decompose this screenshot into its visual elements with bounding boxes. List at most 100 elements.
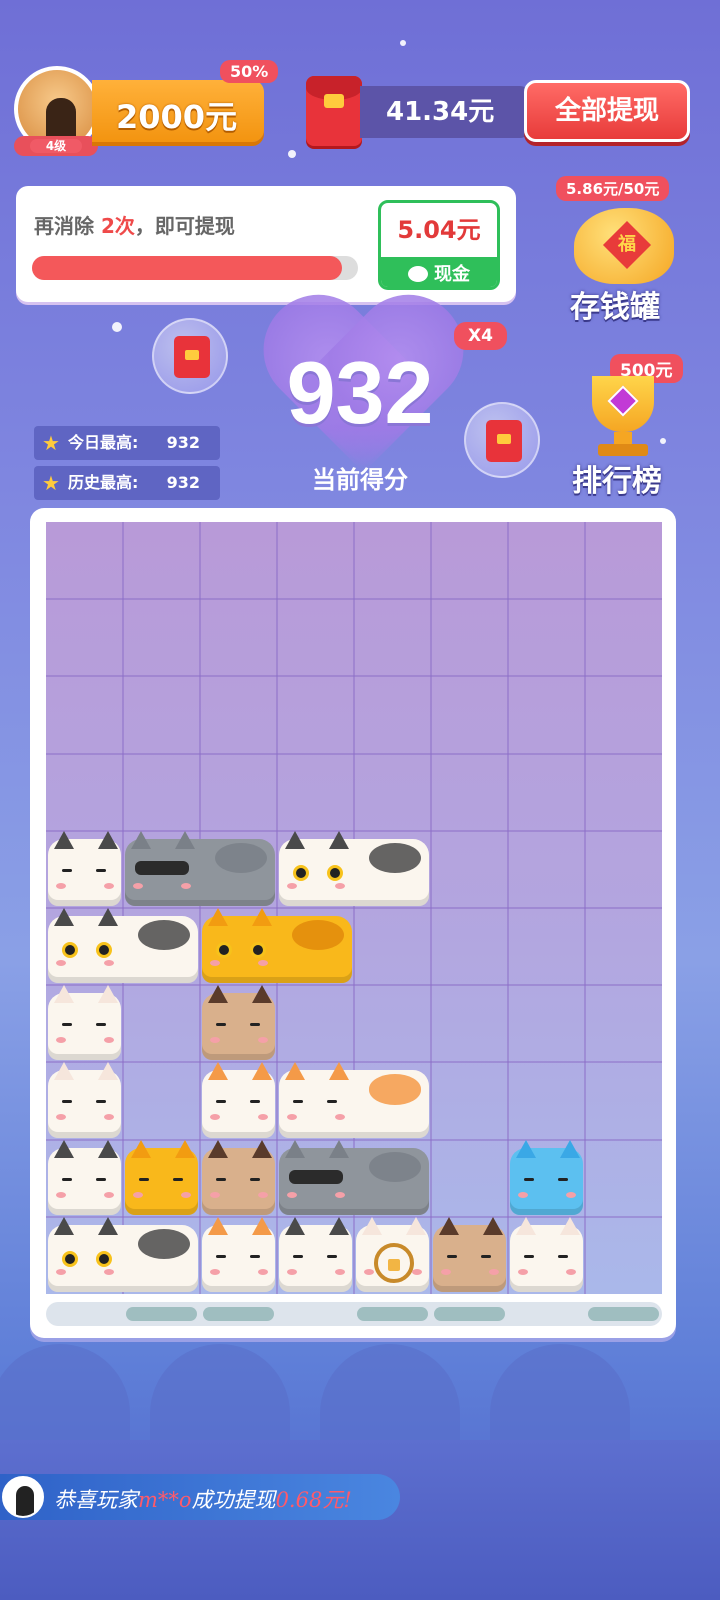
cat-eye <box>216 1100 226 1104</box>
progress-bar <box>32 256 358 280</box>
tray-segment <box>434 1307 505 1321</box>
cat-eye <box>250 1023 260 1027</box>
trophy-icon[interactable] <box>578 376 668 456</box>
wechat-icon <box>408 266 428 282</box>
cat-block-tuxedo[interactable] <box>48 830 121 906</box>
current-score: 932 <box>286 343 434 442</box>
cash-label: 现金 <box>381 257 497 287</box>
cat-eyes <box>447 1251 495 1263</box>
cat-block-calico[interactable] <box>202 1216 275 1292</box>
cat-patch <box>368 1151 421 1182</box>
cat-block-white[interactable] <box>510 1216 583 1292</box>
cat-block-orange[interactable] <box>125 1139 198 1215</box>
cat-block-calico[interactable] <box>202 1062 275 1138</box>
sparkle <box>400 40 406 46</box>
cat-patch <box>137 920 190 951</box>
cat-patch <box>368 842 421 874</box>
cat-blush <box>518 1268 528 1275</box>
cat-eye <box>216 1023 226 1027</box>
cat-eye <box>216 942 232 958</box>
withdraw-all-button[interactable]: 全部提现 <box>524 80 690 142</box>
progress-bar-fill <box>32 256 342 280</box>
cat-eye <box>96 1250 112 1267</box>
cat-block-tuxedo[interactable] <box>48 908 198 984</box>
cat-eye <box>96 1177 106 1181</box>
cat-ear <box>362 1216 382 1235</box>
cat-block-siamese[interactable] <box>433 1216 506 1292</box>
cat-blush <box>104 960 114 966</box>
cat-block-white[interactable] <box>48 1062 121 1138</box>
cat-block-tuxedo[interactable] <box>48 1216 198 1292</box>
current-score-label: 当前得分 <box>312 466 408 494</box>
cat-ear <box>252 1216 272 1235</box>
cat-block-siamese[interactable] <box>202 985 275 1061</box>
cat-eyes <box>62 1096 110 1108</box>
grid-line <box>46 598 662 601</box>
cat-ear <box>175 830 195 849</box>
cat-block-blue[interactable] <box>510 1139 583 1215</box>
cat-blush <box>566 1191 576 1198</box>
tray-segment <box>588 1307 659 1321</box>
cat-blush <box>56 960 66 966</box>
cat-eye <box>250 1177 260 1181</box>
player-avatar[interactable]: 4级 <box>14 66 104 156</box>
cat-blush <box>287 882 297 889</box>
cat-ear <box>208 1062 228 1081</box>
cat-eyes <box>216 1019 264 1031</box>
cat-eye <box>250 942 266 958</box>
piggy-bank-label[interactable]: 存钱罐 <box>570 282 660 326</box>
cat-block-white[interactable] <box>48 985 121 1061</box>
cat-block-orange[interactable] <box>202 908 352 984</box>
cat-blush <box>210 1114 220 1121</box>
cat-ear <box>98 908 118 926</box>
cat-patch <box>291 920 344 951</box>
cat-block-white[interactable] <box>356 1216 429 1292</box>
cat-eyes <box>216 1251 264 1263</box>
cat-block-tuxedo[interactable] <box>48 1139 121 1215</box>
cat-ear <box>98 1216 118 1235</box>
cat-eye <box>96 868 106 872</box>
cat-eye <box>216 1177 226 1181</box>
cat-eye <box>62 1177 72 1181</box>
cat-block-tuxedo[interactable] <box>279 1216 352 1292</box>
cash-withdraw-button[interactable]: 5.04元 现金 <box>378 200 500 290</box>
cat-blush <box>258 960 268 966</box>
cat-block-tuxedo[interactable] <box>279 830 429 906</box>
leaderboard-label[interactable]: 排行榜 <box>572 456 662 500</box>
cat-blush <box>104 1268 114 1275</box>
cat-ear <box>208 1139 228 1158</box>
cat-blush <box>258 1268 268 1275</box>
wallet-amount: 41.34元 <box>360 86 530 138</box>
cat-eye <box>139 1177 149 1181</box>
cat-ear <box>98 985 118 1004</box>
floating-red-envelope[interactable] <box>464 402 540 478</box>
cat-block-gray[interactable] <box>279 1139 429 1215</box>
cat-block-calico[interactable] <box>279 1062 429 1138</box>
cat-ear <box>516 1216 536 1235</box>
sparkle <box>288 150 296 158</box>
red-envelope-icon <box>306 76 362 146</box>
tray-segment <box>126 1307 197 1321</box>
cat-eye <box>173 1177 183 1181</box>
cat-blush <box>258 1037 268 1044</box>
cat-blush <box>104 882 114 889</box>
game-board[interactable] <box>46 522 662 1294</box>
cat-block-siamese[interactable] <box>202 1139 275 1215</box>
coin-percent-badge: 50% <box>220 60 279 83</box>
coin-balance: 2000元 <box>92 80 264 142</box>
cat-eye <box>524 1254 534 1258</box>
cat-eye <box>62 1100 72 1104</box>
cash-amount: 5.04元 <box>397 216 481 244</box>
floating-red-envelope[interactable] <box>152 318 228 394</box>
tray-segment <box>203 1307 274 1321</box>
cat-blush <box>287 1268 297 1275</box>
red-envelope-icon <box>174 336 210 378</box>
cat-eyes <box>293 1096 341 1108</box>
cat-eye <box>250 1254 260 1258</box>
cat-block-gray[interactable] <box>125 830 275 906</box>
piggy-bank-icon[interactable]: 福 <box>574 208 674 284</box>
grid-line <box>46 752 662 755</box>
cat-blush <box>210 1037 220 1044</box>
cat-ear <box>54 908 74 926</box>
fu-emblem: 福 <box>618 234 636 255</box>
